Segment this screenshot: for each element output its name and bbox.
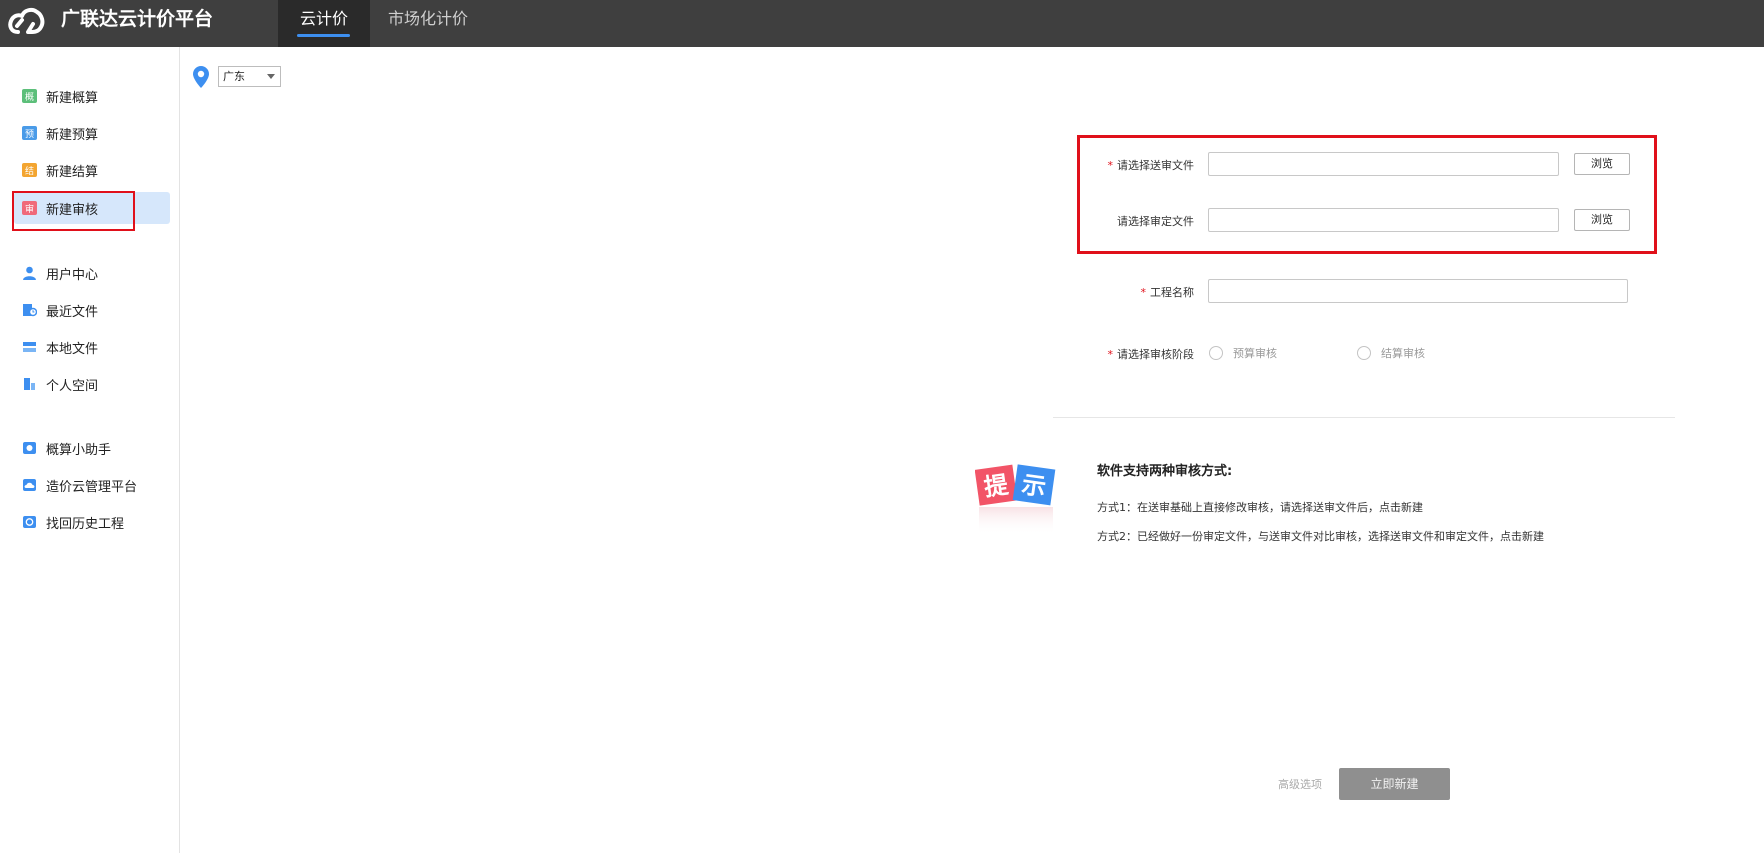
sidebar-item-recent-files[interactable]: 最近文件 — [14, 294, 170, 326]
cloud-platform-icon — [23, 479, 36, 491]
sidebar-item-new-budget[interactable]: 预 新建预算 — [14, 117, 170, 149]
tip-badge-icon: 提 示 — [975, 464, 1056, 535]
budget-icon: 预 — [22, 126, 37, 140]
required-mark: * — [1140, 286, 1147, 299]
settlement-icon: 结 — [22, 163, 37, 177]
cloud-logo-icon — [8, 7, 45, 34]
sidebar-item-new-estimate[interactable]: 概 新建概算 — [14, 80, 170, 112]
tab-cloud-pricing[interactable]: 云计价 — [278, 0, 370, 47]
divider — [1053, 417, 1675, 418]
sidebar-item-label: 新建结算 — [46, 164, 99, 180]
project-name-label: * 工程名称 — [1014, 284, 1195, 300]
location-pin-icon — [193, 66, 209, 88]
region-select-value: 广东 — [223, 70, 245, 83]
radio-settlement-audit[interactable]: 结算审核 — [1357, 345, 1425, 361]
required-mark: * — [1107, 348, 1114, 361]
approved-file-input[interactable] — [1208, 208, 1559, 232]
sidebar-item-label: 新建预算 — [46, 127, 99, 143]
recent-files-icon — [23, 304, 37, 317]
create-now-button[interactable]: 立即新建 — [1339, 768, 1450, 800]
sidebar-item-new-settlement[interactable]: 结 新建结算 — [14, 154, 170, 186]
sidebar-item-label: 最近文件 — [46, 304, 99, 320]
approved-file-browse-button[interactable]: 浏览 — [1574, 209, 1630, 231]
tip-line-1: 方式1：在送审基础上直接修改审核，请选择送审文件后，点击新建 — [1097, 501, 1423, 514]
tab-cloud-pricing-label: 云计价 — [299, 9, 348, 28]
chevron-down-icon — [267, 74, 275, 79]
submit-file-label-text: 请选择送审文件 — [1117, 159, 1194, 172]
audit-icon: 审 — [22, 201, 37, 215]
audit-stage-label-text: 请选择审核阶段 — [1117, 348, 1194, 361]
top-bar: 广联达云计价平台 云计价 市场化计价 — [0, 0, 1764, 47]
sidebar-item-label: 个人空间 — [46, 378, 99, 394]
estimate-icon: 概 — [22, 89, 37, 103]
submit-file-label: * 请选择送审文件 — [1014, 157, 1195, 173]
audit-stage-label: * 请选择审核阶段 — [1014, 346, 1195, 362]
user-icon — [23, 266, 36, 280]
project-name-label-text: 工程名称 — [1150, 286, 1194, 299]
radio-budget-audit-label: 预算审核 — [1233, 347, 1277, 360]
sidebar-item-label: 用户中心 — [46, 267, 99, 283]
tip-heading: 软件支持两种审核方式: — [1097, 464, 1233, 479]
tip-line-2: 方式2：已经做好一份审定文件，与送审文件对比审核，选择送审文件和审定文件，点击新… — [1097, 530, 1544, 543]
local-files-icon — [23, 342, 36, 352]
submit-file-input[interactable] — [1208, 152, 1559, 176]
submit-file-browse-button[interactable]: 浏览 — [1574, 153, 1630, 175]
sidebar-item-label: 概算小助手 — [46, 442, 112, 458]
advanced-options-link[interactable]: 高级选项 — [1278, 776, 1322, 792]
sidebar-item-personal-space[interactable]: 个人空间 — [14, 368, 170, 400]
tab-market-pricing[interactable]: 市场化计价 — [388, 0, 468, 47]
sidebar-item-recover-history[interactable]: 找回历史工程 — [14, 506, 170, 538]
sidebar-item-new-audit[interactable]: 审 新建审核 — [12, 191, 170, 231]
sidebar-item-cost-cloud-platform[interactable]: 造价云管理平台 — [14, 469, 170, 501]
sidebar-item-label: 本地文件 — [46, 341, 99, 357]
tip-badge-char-2: 示 — [1020, 470, 1048, 501]
sidebar-item-user-center[interactable]: 用户中心 — [14, 257, 170, 289]
radio-settlement-audit-label: 结算审核 — [1381, 347, 1425, 360]
sidebar: 概 新建概算 预 新建预算 结 新建结算 审 新建审核 用户中心 最近文件 本地… — [0, 47, 180, 853]
radio-budget-audit[interactable]: 预算审核 — [1209, 345, 1277, 361]
radio-circle-icon — [1209, 346, 1223, 360]
sidebar-item-label: 造价云管理平台 — [46, 479, 138, 495]
sidebar-item-estimate-assistant[interactable]: 概算小助手 — [14, 432, 170, 464]
approved-file-label: 请选择审定文件 — [1117, 215, 1194, 228]
sidebar-item-label: 找回历史工程 — [46, 516, 125, 532]
radio-circle-icon — [1357, 346, 1371, 360]
app-title: 广联达云计价平台 — [61, 8, 214, 30]
sidebar-item-label: 新建审核 — [46, 202, 99, 218]
assistant-icon — [23, 442, 36, 454]
sidebar-item-local-files[interactable]: 本地文件 — [14, 331, 170, 363]
required-mark: * — [1107, 159, 1114, 172]
personal-space-icon — [24, 378, 35, 390]
history-icon — [23, 516, 36, 528]
project-name-input[interactable] — [1208, 279, 1628, 303]
tip-badge-char-1: 提 — [982, 470, 1011, 501]
region-select[interactable]: 广东 — [218, 66, 281, 87]
active-tab-indicator — [297, 34, 350, 37]
sidebar-item-label: 新建概算 — [46, 90, 99, 106]
